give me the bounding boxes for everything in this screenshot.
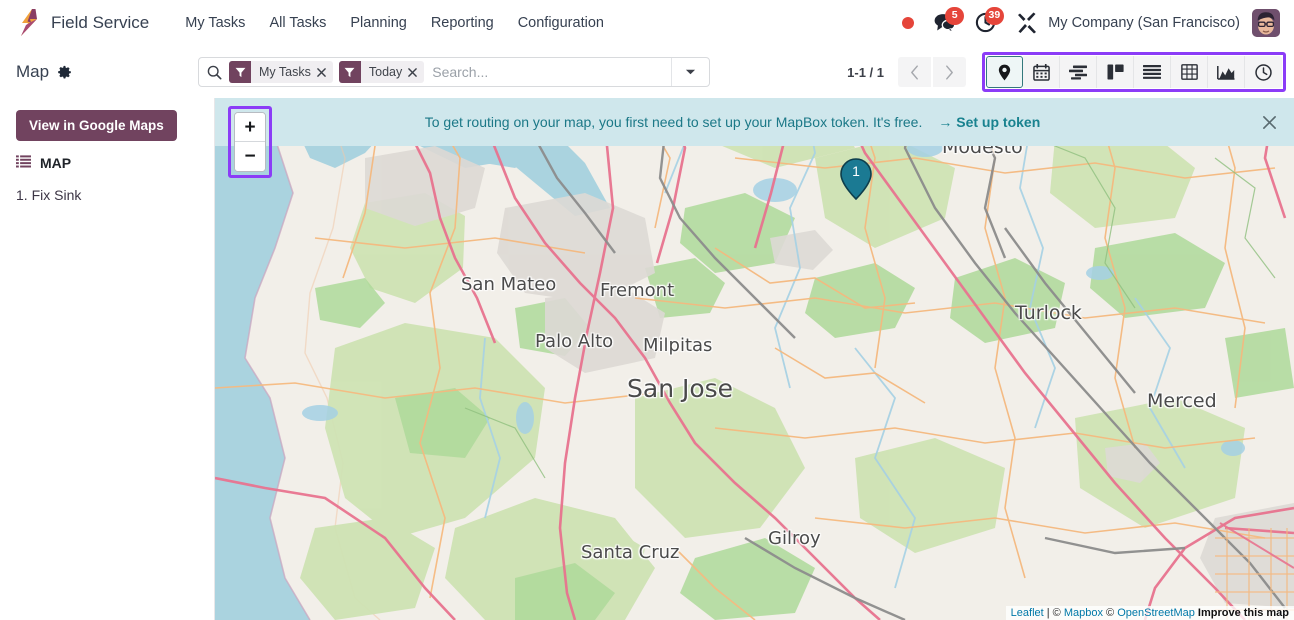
- avatar[interactable]: [1252, 8, 1280, 37]
- filter-icon: [338, 61, 361, 83]
- view-button-calendar[interactable]: [1023, 56, 1060, 88]
- attribution-separator-2: ©: [1102, 607, 1118, 619]
- search-input[interactable]: [424, 58, 671, 86]
- messages-button[interactable]: 5: [928, 6, 965, 39]
- set-up-token-link[interactable]: → Set up token: [938, 114, 1040, 130]
- nav-item-reporting[interactable]: Reporting: [419, 9, 506, 37]
- list-item[interactable]: 1. Fix Sink: [16, 185, 200, 205]
- map-sidebar: View in Google Maps MAP 1. Fix Sink: [0, 98, 215, 620]
- zoom-controls-highlight: + −: [228, 106, 272, 178]
- gantt-icon: [1069, 65, 1087, 79]
- list-icon: [1143, 65, 1161, 79]
- lightning-bolt-icon[interactable]: [16, 9, 42, 37]
- wrench-screwdriver-icon[interactable]: [1016, 12, 1038, 34]
- mapbox-link[interactable]: Mapbox: [1064, 607, 1103, 619]
- navbar-right-tools: 5 39 My Company (San Francisco): [902, 6, 1280, 39]
- list-icon: [16, 155, 31, 171]
- close-icon[interactable]: [1256, 109, 1282, 135]
- calendar-icon: [1032, 63, 1050, 81]
- view-button-pivot[interactable]: [1171, 56, 1208, 88]
- nav-item-my-tasks[interactable]: My Tasks: [173, 9, 257, 37]
- view-button-graph[interactable]: [1208, 56, 1245, 88]
- status-indicator-dot: [902, 16, 915, 29]
- map-canvas: [215, 98, 1294, 620]
- zoom-controls: + −: [234, 112, 266, 172]
- view-button-map[interactable]: [986, 56, 1023, 88]
- view-switcher: [986, 56, 1282, 88]
- gear-icon[interactable]: [57, 65, 72, 80]
- brand-name[interactable]: Field Service: [51, 13, 149, 33]
- search-facets: My Tasks Today: [229, 58, 425, 86]
- pager: 1-1 / 1: [847, 57, 966, 87]
- nav-item-all-tasks[interactable]: All Tasks: [257, 9, 338, 37]
- openstreetmap-link[interactable]: OpenStreetMap: [1117, 607, 1195, 619]
- main-body: View in Google Maps MAP 1. Fix Sink Mode…: [0, 98, 1294, 620]
- facet-my-tasks[interactable]: My Tasks: [229, 61, 333, 83]
- map-pin-icon: [998, 64, 1011, 80]
- top-navbar: Field Service My Tasks All Tasks Plannin…: [0, 0, 1294, 46]
- facet-label: My Tasks: [259, 65, 311, 79]
- map-marker-task-1[interactable]: 1: [840, 158, 872, 201]
- control-panel: Map My Tasks Today Search... 1-1 / 1: [0, 46, 1294, 98]
- sidebar-section-header: MAP: [16, 155, 200, 171]
- activities-count-badge: 39: [984, 6, 1005, 25]
- facet-today[interactable]: Today: [338, 61, 425, 83]
- view-in-google-maps-button[interactable]: View in Google Maps: [16, 110, 177, 141]
- improve-map-link[interactable]: Improve this map: [1198, 607, 1289, 619]
- activities-button[interactable]: 39: [968, 6, 1005, 39]
- main-menu: My Tasks All Tasks Planning Reporting Co…: [173, 9, 616, 37]
- pager-previous-button[interactable]: [898, 57, 931, 87]
- sidebar-section-title: MAP: [40, 155, 72, 171]
- attribution-separator-1: | ©: [1043, 607, 1064, 619]
- view-button-kanban[interactable]: [1097, 56, 1134, 88]
- search-icon[interactable]: [199, 58, 229, 86]
- activity-clock-icon: [1255, 63, 1272, 81]
- banner-message: To get routing on your map, you first ne…: [424, 114, 923, 130]
- view-switcher-highlight: [982, 52, 1286, 92]
- chevron-down-icon[interactable]: [671, 58, 709, 86]
- search-bar: My Tasks Today: [198, 57, 710, 87]
- chevron-left-icon: [911, 64, 918, 80]
- kanban-icon: [1107, 64, 1124, 80]
- leaflet-link[interactable]: Leaflet: [1011, 607, 1044, 619]
- filter-icon: [229, 61, 251, 83]
- zoom-out-button[interactable]: −: [235, 142, 265, 171]
- mapbox-token-banner: To get routing on your map, you first ne…: [215, 98, 1294, 146]
- close-icon[interactable]: [408, 61, 424, 83]
- pager-count: 1-1 / 1: [847, 64, 884, 80]
- page-title: Map: [16, 62, 50, 81]
- company-selector[interactable]: My Company (San Francisco): [1048, 15, 1240, 31]
- breadcrumb: Map: [16, 62, 196, 82]
- facet-label: Today: [368, 65, 403, 79]
- zoom-in-button[interactable]: +: [235, 113, 265, 142]
- close-icon[interactable]: [317, 61, 333, 83]
- graph-chart-icon: [1217, 65, 1235, 80]
- map-attribution: Leaflet | © Mapbox © OpenStreetMap Impro…: [1005, 606, 1294, 620]
- nav-item-planning[interactable]: Planning: [338, 9, 418, 37]
- messages-count-badge: 5: [945, 6, 965, 25]
- view-button-gantt[interactable]: [1060, 56, 1097, 88]
- chevron-right-icon: [946, 64, 953, 80]
- pager-next-button[interactable]: [933, 57, 966, 87]
- nav-item-configuration[interactable]: Configuration: [506, 9, 616, 37]
- pivot-table-icon: [1180, 64, 1198, 80]
- map-view[interactable]: Modesto Turlock Merced Madera Fresno San…: [215, 98, 1294, 620]
- view-button-list[interactable]: [1134, 56, 1171, 88]
- view-button-activity[interactable]: [1245, 56, 1282, 88]
